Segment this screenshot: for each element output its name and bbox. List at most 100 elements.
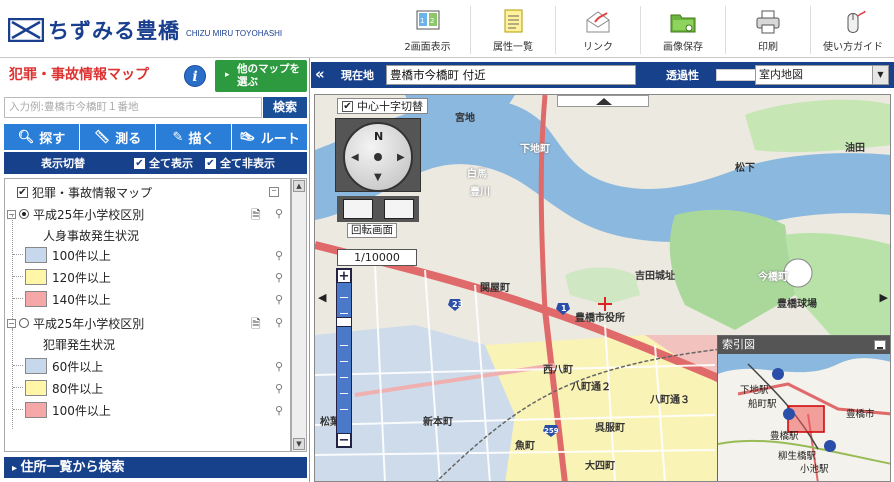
layer-subtitle: 人身事故発生状況 <box>43 228 140 243</box>
zoom-icon[interactable]: ⚲ <box>275 207 283 220</box>
zoom-in-button[interactable]: + <box>337 269 351 283</box>
layer-root[interactable]: ✔ 犯罪・事故情報マップ <box>17 182 152 202</box>
map-label: 魚町 <box>515 441 535 452</box>
measure-button[interactable]: 📏︎ 測る <box>80 124 156 150</box>
save-image-button[interactable]: 画像保存 <box>640 6 725 54</box>
attribute-list-button[interactable]: 属性一覧 <box>470 6 555 54</box>
map-label: 松下 <box>735 163 755 174</box>
route-button[interactable]: 👟︎ ルート <box>232 124 307 150</box>
index-map[interactable]: 索引図 下地駅 船町駅 豊橋市 豊橋駅 柳生橋駅 小池駅 <box>717 335 890 481</box>
svg-text:2: 2 <box>430 17 434 25</box>
legend-item: 140件以上 <box>25 289 111 309</box>
zoom-icon[interactable]: ⚲ <box>275 404 283 417</box>
info-button[interactable]: i <box>184 65 206 87</box>
zoom-icon[interactable]: ⚲ <box>275 293 283 306</box>
zoom-thumb[interactable] <box>336 317 352 327</box>
checkbox-icon[interactable]: ✔ <box>17 186 28 198</box>
index-map-title: 索引図 <box>718 336 890 354</box>
app-logo[interactable]: ちずみる豊橋 CHIZU MIRU TOYOHASHI <box>8 10 282 50</box>
center-dot-icon[interactable] <box>374 153 382 161</box>
left-panel: 犯罪・事故情報マップ i 他のマップを選ぶ 入力例:豊橋市今橋町１番地 検索 🔍… <box>0 58 310 482</box>
tree-minus-icon[interactable]: − <box>7 318 16 328</box>
tree-line <box>13 298 23 299</box>
legend-swatch <box>25 269 47 285</box>
svg-text:1: 1 <box>420 17 424 25</box>
arrow-right-icon[interactable]: ▶ <box>397 152 405 163</box>
panel-title: 犯罪・事故情報マップ <box>9 67 149 83</box>
map-label: 今橋町 <box>758 272 788 283</box>
rotate-right-button[interactable] <box>383 199 414 219</box>
zoom-out-button[interactable]: − <box>337 433 351 447</box>
minimize-icon[interactable] <box>874 340 886 350</box>
map-label: 白馬 <box>467 169 487 180</box>
map-label: 豊橋市役所 <box>575 313 625 324</box>
index-label: 船町駅 <box>748 399 777 410</box>
map-label: 八町通３ <box>650 395 690 406</box>
usage-guide-button[interactable]: 使い方ガイド <box>810 6 894 54</box>
pan-right-icon[interactable]: ▶ <box>880 291 888 304</box>
pan-left-icon[interactable]: ◀ <box>318 291 326 304</box>
two-screen-button[interactable]: 1 2 2画面表示 <box>385 6 470 54</box>
app-title: ちずみる豊橋 <box>48 19 180 43</box>
address-list-search-button[interactable]: 住所一覧から検索 <box>4 457 307 478</box>
compass-dial[interactable]: N ◀ ▶ ▼ <box>343 122 413 192</box>
layer-scrollbar[interactable]: ▲ ▼ <box>291 178 307 452</box>
search-icon: 🔍︎ <box>17 129 35 145</box>
address-search-input[interactable]: 入力例:豊橋市今橋町１番地 <box>4 97 262 118</box>
hide-all-button[interactable]: ✔ 全て非表示 <box>205 155 275 171</box>
layer-subtitle: 犯罪発生状況 <box>43 337 116 352</box>
legend-item: 80件以上 <box>25 378 103 398</box>
map-top-handle[interactable] <box>557 95 649 107</box>
layer-group-accident[interactable]: − 平成25年小学校区別 <box>7 204 144 224</box>
opacity-slider[interactable] <box>716 69 756 81</box>
center-cross-toggle[interactable]: ✔ 中心十字切替 <box>337 98 428 114</box>
collapse-panel-icon[interactable]: « <box>315 65 325 83</box>
pen-icon: ✎ <box>172 129 184 145</box>
arrow-down-icon[interactable]: ▼ <box>374 172 382 183</box>
zoom-icon[interactable]: ⚲ <box>275 382 283 395</box>
find-button[interactable]: 🔍︎ 探す <box>4 124 80 150</box>
checkbox-icon: ✔ <box>134 157 145 169</box>
draw-button[interactable]: ✎ 描く <box>156 124 232 150</box>
scroll-down-icon[interactable]: ▼ <box>293 438 305 450</box>
document-icon[interactable]: 🗎︎ <box>251 206 261 227</box>
tree-line <box>13 387 23 388</box>
map-view[interactable]: 23 1 259 宮地 下地町 白馬 豊川 松下 油田 関屋町 今橋町 吉田城址… <box>314 94 891 482</box>
rotate-left-button[interactable] <box>342 199 373 219</box>
display-toggle-label: 表示切替 <box>41 157 85 170</box>
legend-swatch <box>25 291 47 307</box>
zoom-slider[interactable]: + − <box>336 268 352 448</box>
document-icon[interactable]: 🗎︎ <box>251 315 261 336</box>
map-label: 豊川 <box>470 187 490 198</box>
map-label: 油田 <box>845 143 865 154</box>
index-label: 柳生橋駅 <box>778 451 817 462</box>
current-location-label: 現在地 <box>341 69 374 82</box>
basemap-select[interactable]: 室内地図 ▼ <box>755 65 889 85</box>
zoom-icon[interactable]: ⚲ <box>275 271 283 284</box>
radio-icon[interactable] <box>19 318 29 328</box>
print-icon <box>756 10 780 34</box>
zoom-icon[interactable]: ⚲ <box>275 249 283 262</box>
rotate-screen-label: 回転画面 <box>347 223 397 238</box>
layer-group-crime[interactable]: − 平成25年小学校区別 <box>7 313 144 333</box>
index-label: 小池駅 <box>800 464 829 475</box>
svg-text:1: 1 <box>561 304 567 313</box>
arrow-left-icon[interactable]: ◀ <box>351 152 359 163</box>
route-icon: 👟︎ <box>239 129 256 145</box>
action-row: 🔍︎ 探す 📏︎ 測る ✎ 描く 👟︎ ルート <box>4 124 307 150</box>
other-map-button[interactable]: 他のマップを選ぶ <box>215 60 307 92</box>
map-toolbar: « 現在地 豊橋市今橋町 付近 透過性 室内地図 ▼ <box>311 62 894 88</box>
show-all-button[interactable]: ✔ 全て表示 <box>134 155 193 171</box>
scroll-up-icon[interactable]: ▲ <box>293 180 305 192</box>
link-button[interactable]: リンク <box>555 6 640 54</box>
zoom-icon[interactable]: ⚲ <box>275 360 283 373</box>
opacity-label: 透過性 <box>666 69 699 82</box>
search-button[interactable]: 検索 <box>263 97 307 118</box>
map-label: 宮地 <box>455 113 475 124</box>
navigation-control: N ◀ ▶ ▼ <box>335 118 421 192</box>
radio-icon[interactable] <box>19 209 29 219</box>
print-button[interactable]: 印刷 <box>725 6 810 54</box>
collapse-icon[interactable]: – <box>269 186 279 197</box>
zoom-icon[interactable]: ⚲ <box>275 316 283 329</box>
map-label: 大四町 <box>585 461 615 472</box>
